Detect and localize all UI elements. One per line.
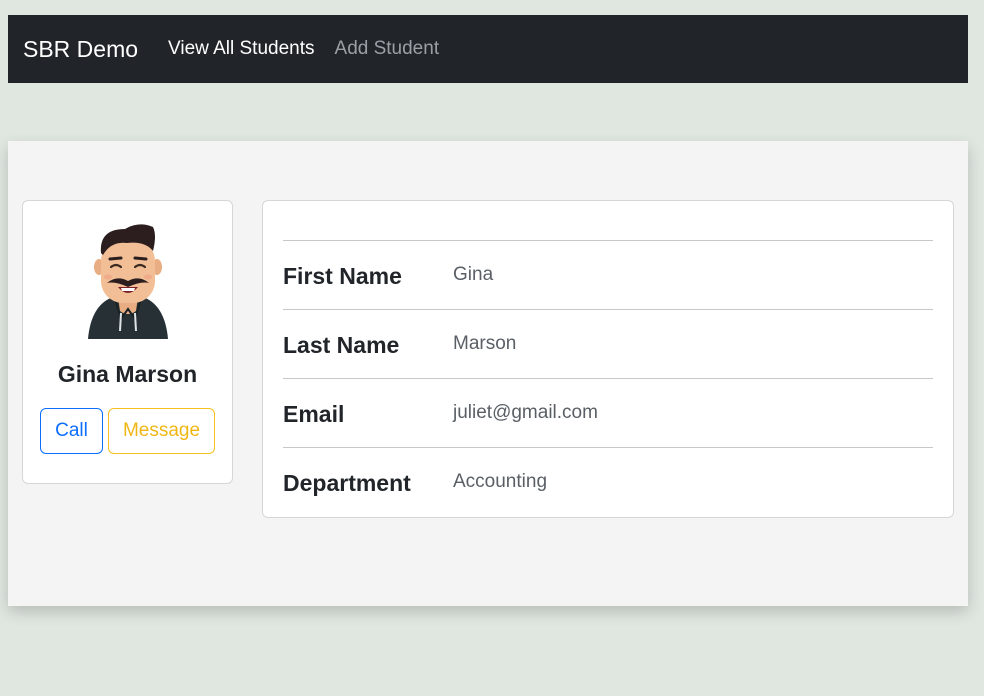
detail-value: Marson [453, 333, 517, 354]
detail-label: Last Name [283, 332, 400, 358]
avatar-icon [88, 224, 168, 339]
detail-value: juliet@gmail.com [453, 402, 598, 423]
top-navbar: SBR Demo View All Students Add Student [8, 15, 968, 83]
details-card: First Name Gina Last Name Marson Email j… [262, 200, 954, 518]
profile-card: Gina Marson Call Message [22, 200, 233, 484]
detail-value: Gina [453, 264, 494, 285]
detail-value: Accounting [453, 471, 548, 492]
detail-row-department: Department Accounting [283, 448, 933, 517]
profile-name: Gina Marson [57, 361, 198, 387]
detail-row-first-name: First Name Gina [283, 241, 933, 310]
detail-label: Email [283, 401, 345, 427]
detail-row-last-name: Last Name Marson [283, 310, 933, 379]
nav-view-all-students[interactable]: View All Students [168, 38, 314, 60]
brand-link[interactable]: SBR Demo [23, 36, 138, 63]
detail-label: First Name [283, 263, 402, 289]
content-panel: Gina Marson Call Message First Name Gina… [8, 141, 968, 606]
call-button[interactable]: Call [40, 408, 103, 454]
detail-row-email: Email juliet@gmail.com [283, 379, 933, 448]
message-button[interactable]: Message [108, 408, 215, 454]
detail-label: Department [283, 470, 411, 496]
nav-add-student[interactable]: Add Student [335, 38, 440, 60]
